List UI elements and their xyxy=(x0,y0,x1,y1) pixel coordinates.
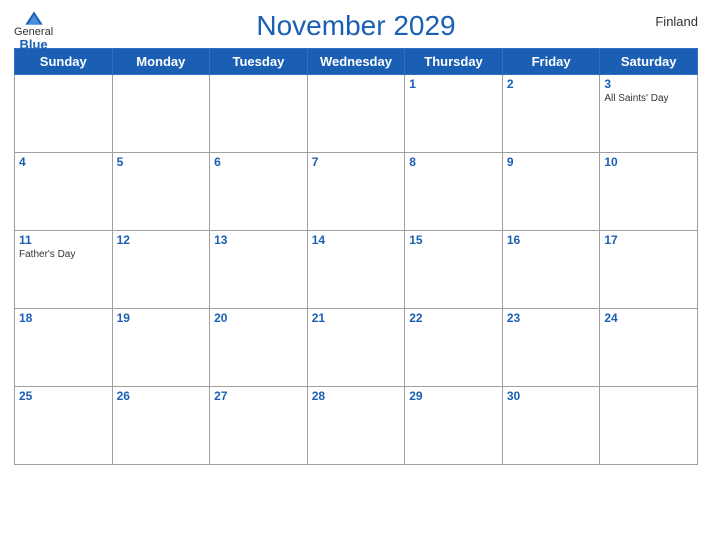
calendar-week-5: 25 26 27 28 29 30 xyxy=(15,387,698,465)
day-number: 1 xyxy=(409,77,498,91)
day-number: 9 xyxy=(507,155,596,169)
page-title: November 2029 xyxy=(256,10,455,42)
day-number: 16 xyxy=(507,233,596,247)
country-label: Finland xyxy=(655,14,698,29)
calendar-header: General Blue November 2029 Finland xyxy=(14,10,698,42)
header-friday: Friday xyxy=(502,49,600,75)
calendar-cell: 28 xyxy=(307,387,405,465)
header-thursday: Thursday xyxy=(405,49,503,75)
header-sunday: Sunday xyxy=(15,49,113,75)
day-number: 21 xyxy=(312,311,401,325)
logo-icon xyxy=(24,10,44,26)
calendar-cell: 11Father's Day xyxy=(15,231,113,309)
calendar-cell: 26 xyxy=(112,387,210,465)
calendar-cell: 22 xyxy=(405,309,503,387)
logo: General Blue xyxy=(14,10,53,52)
header-saturday: Saturday xyxy=(600,49,698,75)
day-number: 19 xyxy=(117,311,206,325)
header-tuesday: Tuesday xyxy=(210,49,308,75)
day-number: 5 xyxy=(117,155,206,169)
calendar-cell xyxy=(210,75,308,153)
calendar-cell: 30 xyxy=(502,387,600,465)
calendar-cell: 23 xyxy=(502,309,600,387)
weekday-header-row: Sunday Monday Tuesday Wednesday Thursday… xyxy=(15,49,698,75)
day-number: 29 xyxy=(409,389,498,403)
day-number: 23 xyxy=(507,311,596,325)
calendar-cell: 27 xyxy=(210,387,308,465)
calendar-cell: 2 xyxy=(502,75,600,153)
calendar-table: Sunday Monday Tuesday Wednesday Thursday… xyxy=(14,48,698,465)
calendar-cell: 13 xyxy=(210,231,308,309)
calendar-cell: 25 xyxy=(15,387,113,465)
day-number: 8 xyxy=(409,155,498,169)
calendar-week-3: 11Father's Day 12 13 14 15 16 17 xyxy=(15,231,698,309)
calendar-cell: 8 xyxy=(405,153,503,231)
header-wednesday: Wednesday xyxy=(307,49,405,75)
calendar-cell xyxy=(600,387,698,465)
calendar-cell: 6 xyxy=(210,153,308,231)
calendar-week-1: 123All Saints' Day xyxy=(15,75,698,153)
calendar-cell: 12 xyxy=(112,231,210,309)
day-number: 30 xyxy=(507,389,596,403)
day-number: 22 xyxy=(409,311,498,325)
day-number: 3 xyxy=(604,77,693,91)
day-number: 18 xyxy=(19,311,108,325)
day-number: 26 xyxy=(117,389,206,403)
calendar-week-2: 456789 10 xyxy=(15,153,698,231)
calendar-cell: 7 xyxy=(307,153,405,231)
header-monday: Monday xyxy=(112,49,210,75)
day-number: 13 xyxy=(214,233,303,247)
day-number: 7 xyxy=(312,155,401,169)
calendar-cell: 5 xyxy=(112,153,210,231)
day-number: 6 xyxy=(214,155,303,169)
calendar-cell: 29 xyxy=(405,387,503,465)
calendar-cell: 1 xyxy=(405,75,503,153)
day-number: 27 xyxy=(214,389,303,403)
calendar-cell xyxy=(307,75,405,153)
day-number: 15 xyxy=(409,233,498,247)
calendar-cell: 3All Saints' Day xyxy=(600,75,698,153)
calendar-cell: 4 xyxy=(15,153,113,231)
day-number: 11 xyxy=(19,233,108,247)
day-number: 17 xyxy=(604,233,693,247)
calendar-cell: 14 xyxy=(307,231,405,309)
calendar-cell: 17 xyxy=(600,231,698,309)
day-number: 12 xyxy=(117,233,206,247)
calendar-cell xyxy=(15,75,113,153)
calendar-cell: 20 xyxy=(210,309,308,387)
calendar-cell: 24 xyxy=(600,309,698,387)
calendar-week-4: 18 19 20 21 22 23 24 xyxy=(15,309,698,387)
calendar-cell: 9 xyxy=(502,153,600,231)
day-number: 20 xyxy=(214,311,303,325)
calendar-cell: 18 xyxy=(15,309,113,387)
day-number: 2 xyxy=(507,77,596,91)
calendar-page: General Blue November 2029 Finland Sunda… xyxy=(0,0,712,550)
day-number: 14 xyxy=(312,233,401,247)
calendar-cell: 15 xyxy=(405,231,503,309)
day-number: 10 xyxy=(604,155,693,169)
calendar-cell: 19 xyxy=(112,309,210,387)
holiday-label: All Saints' Day xyxy=(604,92,693,105)
calendar-cell xyxy=(112,75,210,153)
day-number: 24 xyxy=(604,311,693,325)
calendar-cell: 21 xyxy=(307,309,405,387)
holiday-label: Father's Day xyxy=(19,248,108,261)
calendar-cell: 16 xyxy=(502,231,600,309)
day-number: 25 xyxy=(19,389,108,403)
logo-blue: Blue xyxy=(19,38,47,52)
day-number: 28 xyxy=(312,389,401,403)
day-number: 4 xyxy=(19,155,108,169)
calendar-cell: 10 xyxy=(600,153,698,231)
